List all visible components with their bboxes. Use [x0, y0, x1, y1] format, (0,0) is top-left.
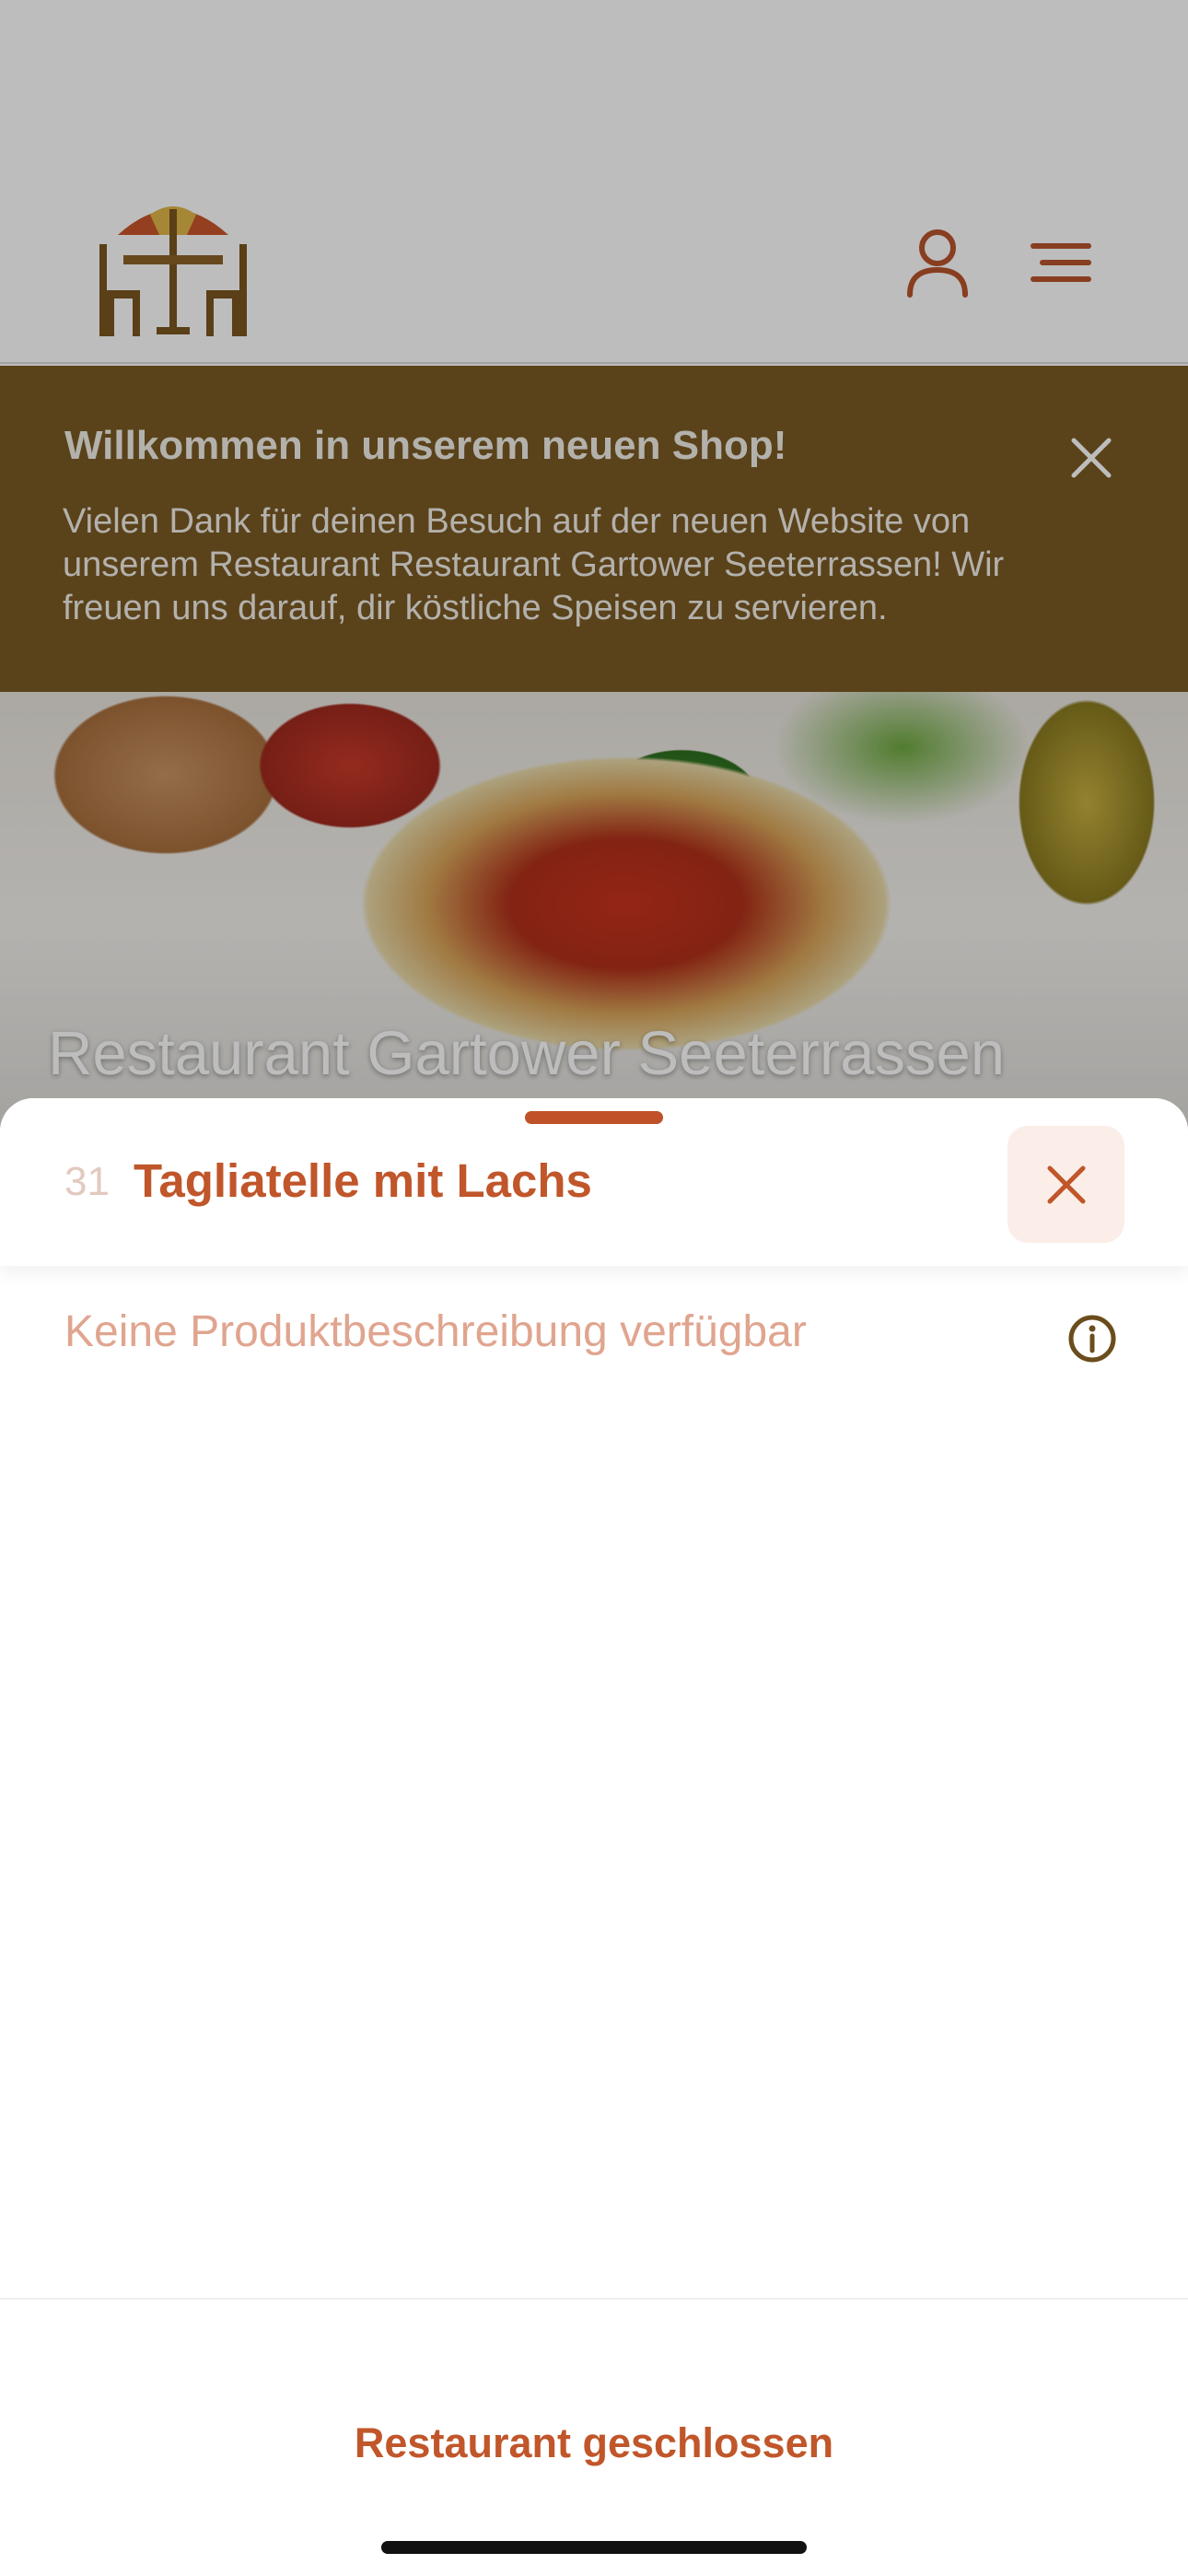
item-number: 31: [64, 1159, 110, 1204]
sheet-header: 31 Tagliatelle mit Lachs: [0, 1098, 1188, 1266]
sheet-close-button[interactable]: [1007, 1126, 1124, 1243]
restaurant-status: Restaurant geschlossen: [354, 2419, 834, 2466]
home-indicator: [381, 2541, 807, 2554]
close-icon: [1047, 1165, 1085, 1203]
drag-handle[interactable]: [525, 1111, 663, 1124]
info-icon: [1068, 1315, 1116, 1363]
product-bottom-sheet: 31 Tagliatelle mit Lachs Keine Produktbe…: [0, 1098, 1188, 2576]
sheet-footer: Restaurant geschlossen: [0, 2298, 1188, 2576]
info-button[interactable]: [1066, 1313, 1118, 1364]
product-description: Keine Produktbeschreibung verfügbar: [64, 1307, 807, 1356]
item-name: Tagliatelle mit Lachs: [134, 1154, 592, 1207]
